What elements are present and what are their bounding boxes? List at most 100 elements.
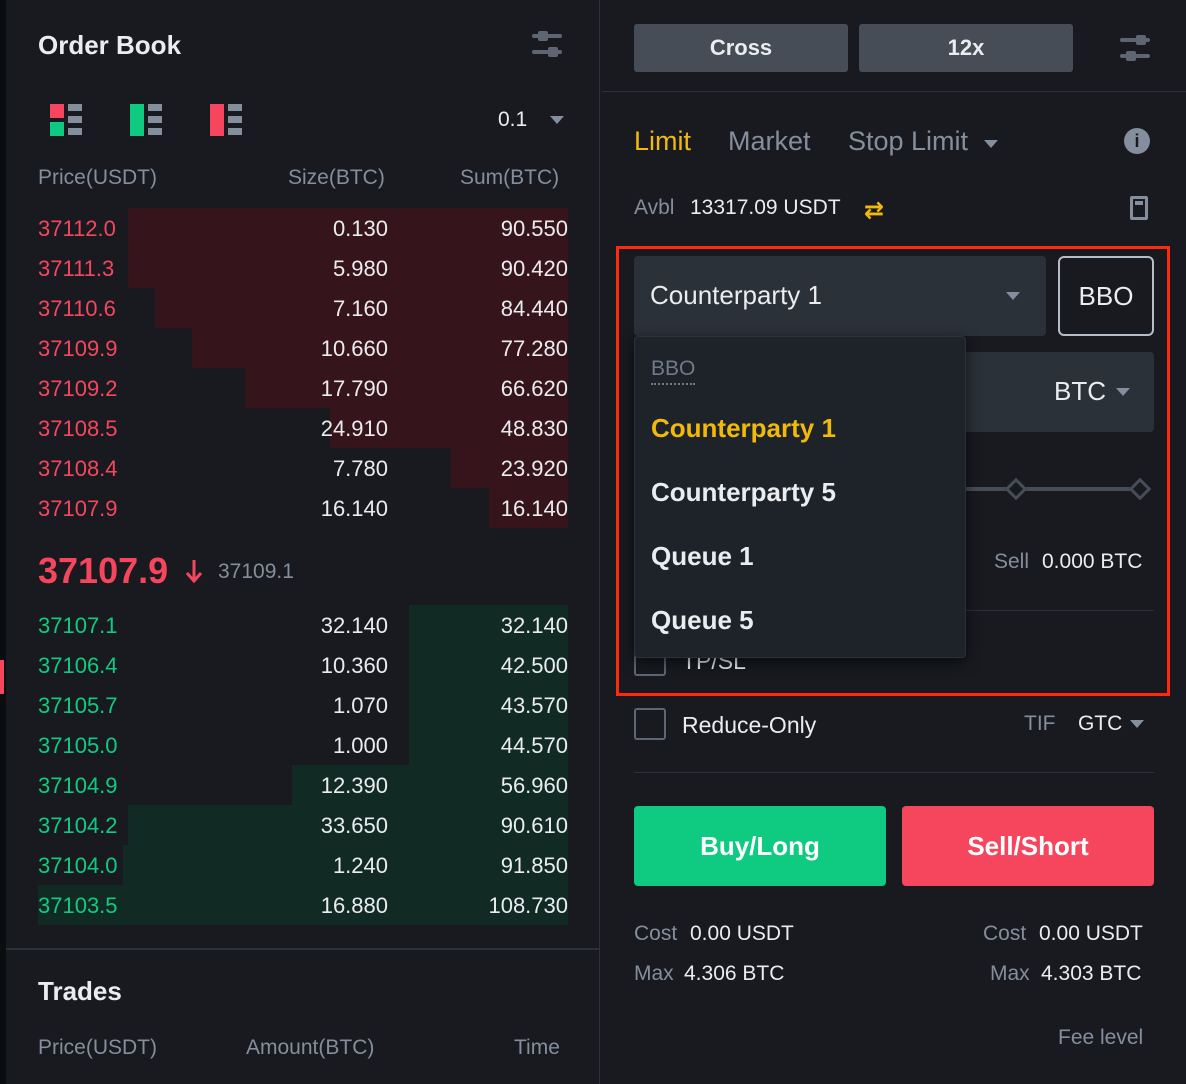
view-asks-icon[interactable] [210, 104, 244, 136]
fee-level-link[interactable]: Fee level [1058, 1026, 1143, 1050]
transfer-icon[interactable]: ⇄ [864, 196, 884, 225]
bid-sum: 43.570 [500, 693, 568, 718]
reduce-only-label: Reduce-Only [682, 712, 817, 738]
ask-row[interactable]: 37112.0 0.130 90.550 [38, 208, 568, 248]
ask-sum: 90.420 [500, 256, 568, 281]
bid-row[interactable]: 37107.1 32.140 32.140 [38, 605, 568, 645]
buy-max-label: Max [634, 962, 674, 985]
depth-chevron-down-icon[interactable] [550, 116, 564, 124]
tab-stop-limit[interactable]: Stop Limit [848, 126, 968, 157]
bid-row[interactable]: 37104.9 12.390 56.960 [38, 765, 568, 805]
bid-sum: 32.140 [500, 613, 568, 638]
bid-sum: 42.500 [500, 653, 568, 678]
ask-price: 37112.0 [38, 216, 116, 241]
mark-price[interactable]: 37109.1 [218, 560, 294, 584]
ask-sum: 90.550 [500, 216, 568, 241]
trades-header-time: Time [514, 1036, 560, 1059]
order-book-panel: Order Book 0.1 Price(USDT) Size(BTC) Sum… [0, 0, 600, 1084]
view-bids-icon[interactable] [130, 104, 164, 136]
bid-price: 37105.0 [38, 733, 118, 758]
bid-price: 37103.5 [38, 893, 118, 918]
ask-size: 24.910 [320, 416, 388, 441]
margin-mode-button[interactable]: Cross [634, 24, 848, 72]
bid-sum: 91.850 [500, 853, 568, 878]
ask-size: 17.790 [320, 376, 388, 401]
header-price: Price(USDT) [38, 166, 157, 189]
ask-sum: 16.140 [500, 496, 568, 521]
form-settings-icon[interactable] [1120, 34, 1150, 62]
ask-sum: 77.280 [500, 336, 568, 361]
bid-sum: 90.610 [500, 813, 568, 838]
ask-size: 5.980 [332, 256, 388, 281]
view-both-icon[interactable] [50, 104, 84, 136]
bid-price: 37105.7 [38, 693, 118, 718]
buy-long-button[interactable]: Buy/Long [634, 806, 886, 886]
ask-sum: 48.830 [500, 416, 568, 441]
ask-row[interactable]: 37108.5 24.910 48.830 [38, 408, 568, 448]
bid-size: 32.140 [320, 613, 388, 638]
ask-price: 37110.6 [38, 296, 116, 321]
depth-select[interactable]: 0.1 [498, 108, 527, 132]
ask-size: 0.130 [332, 216, 388, 241]
ask-row[interactable]: 37108.4 7.780 23.920 [38, 448, 568, 488]
bid-size: 33.650 [320, 813, 388, 838]
sell-max-value: 4.303 BTC [1041, 962, 1142, 985]
bid-size: 12.390 [320, 773, 388, 798]
bid-size: 10.360 [320, 653, 388, 678]
ask-row[interactable]: 37110.6 7.160 84.440 [38, 288, 568, 328]
bid-price: 37104.0 [38, 853, 118, 878]
tif-chevron-down-icon[interactable] [1130, 720, 1144, 728]
trades-header-amount: Amount(BTC) [246, 1036, 375, 1059]
ask-price: 37108.5 [38, 416, 118, 441]
sell-cost-label: Cost [983, 922, 1027, 945]
ask-size: 7.780 [332, 456, 388, 481]
bid-price: 37106.4 [38, 653, 118, 678]
ask-price: 37108.4 [38, 456, 118, 481]
bid-row[interactable]: 37103.5 16.880 108.730 [38, 885, 568, 925]
sell-cost-value: 0.00 USDT [1039, 922, 1143, 945]
bid-sum: 56.960 [500, 773, 568, 798]
bid-row[interactable]: 37104.2 33.650 90.610 [38, 805, 568, 845]
sell-short-button[interactable]: Sell/Short [902, 806, 1154, 886]
order-book-settings-icon[interactable] [532, 30, 562, 58]
ask-size: 10.660 [320, 336, 388, 361]
ask-sum: 84.440 [500, 296, 568, 321]
ask-size: 7.160 [332, 296, 388, 321]
stop-limit-chevron-down-icon[interactable] [984, 140, 998, 148]
margin-bar: Cross 12x [602, 0, 1186, 92]
trades-title: Trades [38, 976, 122, 1006]
order-book-title: Order Book [38, 30, 182, 60]
buy-cost-label: Cost [634, 922, 678, 945]
ask-row[interactable]: 37109.2 17.790 66.620 [38, 368, 568, 408]
header-size: Size(BTC) [288, 166, 385, 189]
leverage-button[interactable]: 12x [859, 24, 1073, 72]
bid-size: 16.880 [320, 893, 388, 918]
bid-row[interactable]: 37104.0 1.240 91.850 [38, 845, 568, 885]
bid-row[interactable]: 37105.0 1.000 44.570 [38, 725, 568, 765]
arrow-down-icon [185, 560, 203, 584]
bid-price: 37107.1 [38, 613, 118, 638]
tif-select[interactable]: GTC [1078, 712, 1122, 736]
side-indicator [0, 660, 4, 694]
panel-edge [0, 0, 6, 1084]
tab-market[interactable]: Market [728, 126, 811, 157]
tif-label: TIF [1024, 712, 1056, 735]
bid-row[interactable]: 37106.4 10.360 42.500 [38, 645, 568, 685]
bid-size: 1.240 [332, 853, 388, 878]
header-sum: Sum(BTC) [460, 166, 560, 189]
buy-cost-value: 0.00 USDT [690, 922, 794, 945]
ask-price: 37111.3 [38, 256, 115, 281]
info-icon[interactable]: i [1124, 128, 1150, 154]
calculator-icon[interactable] [1130, 196, 1148, 220]
ask-price: 37109.9 [38, 336, 118, 361]
ask-row[interactable]: 37109.9 10.660 77.280 [38, 328, 568, 368]
tab-limit[interactable]: Limit [634, 126, 691, 157]
divider [6, 948, 600, 950]
ask-row[interactable]: 37107.9 16.140 16.140 [38, 488, 568, 528]
avbl-value: 13317.09 USDT [690, 196, 841, 219]
ask-price: 37107.9 [38, 496, 118, 521]
reduce-only-checkbox[interactable] [634, 708, 666, 740]
bid-price: 37104.9 [38, 773, 118, 798]
ask-row[interactable]: 37111.3 5.980 90.420 [38, 248, 568, 288]
bid-row[interactable]: 37105.7 1.070 43.570 [38, 685, 568, 725]
